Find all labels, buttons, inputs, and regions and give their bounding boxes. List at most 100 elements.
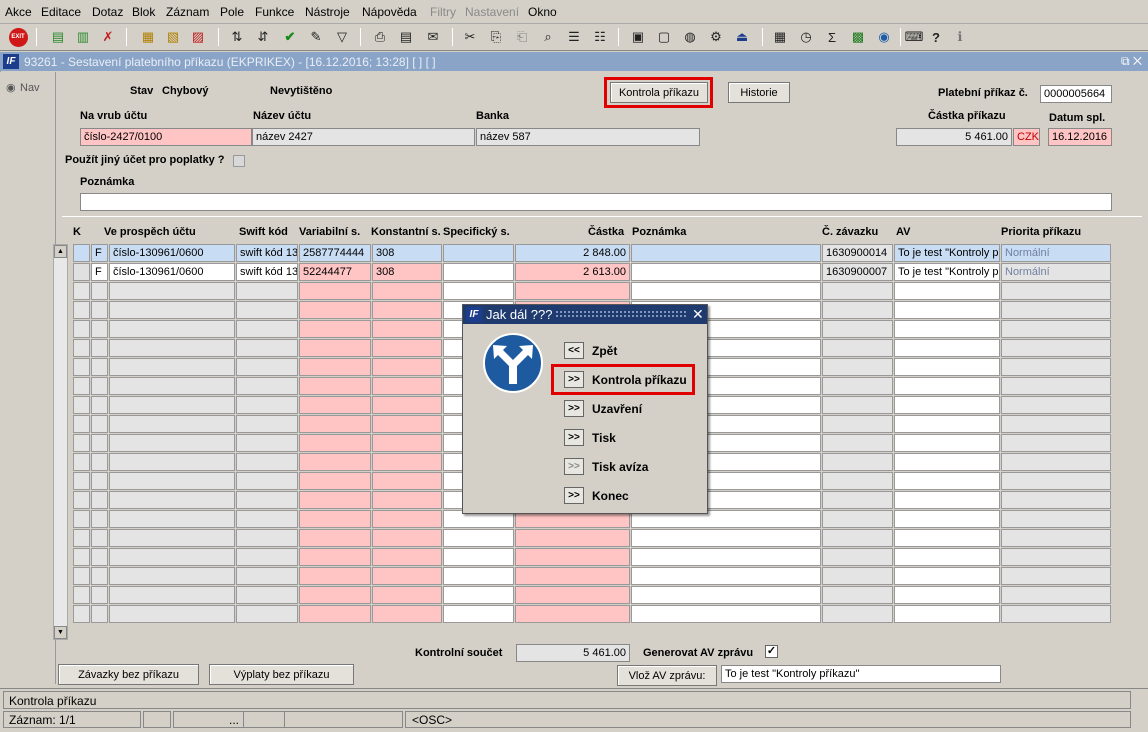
table-cell-priorita[interactable] bbox=[1001, 282, 1111, 300]
table-cell-priorita[interactable] bbox=[1001, 472, 1111, 490]
table-cell-zavazek[interactable]: 1630900007 bbox=[822, 263, 893, 281]
table-cell-ks[interactable] bbox=[372, 339, 442, 357]
query-cancel-icon[interactable]: ▨ bbox=[188, 27, 208, 47]
table-cell-zavazek[interactable] bbox=[822, 567, 893, 585]
table-cell-swift[interactable] bbox=[236, 453, 298, 471]
table-cell-k[interactable] bbox=[73, 510, 90, 528]
table-cell-ucet[interactable] bbox=[109, 396, 235, 414]
table-cell-ss[interactable] bbox=[443, 282, 514, 300]
table-cell-ucet[interactable] bbox=[109, 586, 235, 604]
table-cell-priorita[interactable] bbox=[1001, 586, 1111, 604]
calc-icon[interactable]: ▢ bbox=[654, 27, 674, 47]
table-cell-vs[interactable] bbox=[299, 510, 371, 528]
table-cell-f[interactable]: F bbox=[91, 263, 108, 281]
table-cell-zavazek[interactable] bbox=[822, 510, 893, 528]
mena-field[interactable]: CZK bbox=[1013, 128, 1040, 146]
table-cell-castka[interactable] bbox=[515, 605, 630, 623]
table-cell-vs[interactable] bbox=[299, 301, 371, 319]
gear-icon[interactable]: ⚙ bbox=[706, 27, 726, 47]
print-preview-icon[interactable]: ▤ bbox=[396, 27, 416, 47]
table-cell-pozn[interactable] bbox=[631, 605, 821, 623]
table-cell-pozn[interactable] bbox=[631, 529, 821, 547]
sort-asc-icon[interactable]: ⇅ bbox=[227, 27, 247, 47]
table-cell-priorita[interactable] bbox=[1001, 548, 1111, 566]
table-cell-vs[interactable] bbox=[299, 339, 371, 357]
jiny-ucet-checkbox[interactable] bbox=[233, 155, 245, 167]
historie-button[interactable]: Historie bbox=[728, 82, 790, 103]
table-cell-vs[interactable]: 2587774444 bbox=[299, 244, 371, 262]
table-cell-k[interactable] bbox=[73, 567, 90, 585]
window-controls[interactable]: ⧉ ✕ bbox=[1121, 54, 1142, 69]
table-cell-f[interactable] bbox=[91, 510, 108, 528]
table-cell-priorita[interactable] bbox=[1001, 358, 1111, 376]
table-cell-ucet[interactable] bbox=[109, 605, 235, 623]
table-cell-zavazek[interactable]: 1630900014 bbox=[822, 244, 893, 262]
table-cell-k[interactable] bbox=[73, 434, 90, 452]
table-cell-k[interactable] bbox=[73, 415, 90, 433]
table-cell-k[interactable] bbox=[73, 320, 90, 338]
table-cell-ucet[interactable] bbox=[109, 282, 235, 300]
table-cell-ks[interactable] bbox=[372, 453, 442, 471]
table-cell-priorita[interactable] bbox=[1001, 567, 1111, 585]
table-cell-zavazek[interactable] bbox=[822, 472, 893, 490]
table-cell-f[interactable] bbox=[91, 358, 108, 376]
table-cell-ks[interactable] bbox=[372, 472, 442, 490]
table-cell-swift[interactable] bbox=[236, 548, 298, 566]
dialog-item-4-button[interactable]: >> bbox=[564, 458, 584, 475]
table-cell-f[interactable]: F bbox=[91, 244, 108, 262]
cut-icon[interactable]: ✂ bbox=[460, 27, 480, 47]
table-cell-swift[interactable] bbox=[236, 320, 298, 338]
table-cell-swift[interactable] bbox=[236, 396, 298, 414]
dialog-item-5-label[interactable]: Konec bbox=[592, 489, 629, 503]
table-cell-priorita[interactable]: Normální bbox=[1001, 244, 1111, 262]
clock-icon[interactable]: ◷ bbox=[796, 27, 816, 47]
table-cell-av[interactable] bbox=[894, 510, 1000, 528]
table-cell-ucet[interactable] bbox=[109, 510, 235, 528]
table-cell-ks[interactable] bbox=[372, 529, 442, 547]
table-cell-vs[interactable] bbox=[299, 434, 371, 452]
table-cell-ks[interactable] bbox=[372, 358, 442, 376]
table-cell-f[interactable] bbox=[91, 586, 108, 604]
table-cell-ucet[interactable]: číslo-130961/0600 bbox=[109, 263, 235, 281]
table-cell-ucet[interactable] bbox=[109, 529, 235, 547]
table-cell-swift[interactable] bbox=[236, 510, 298, 528]
table-cell-ucet[interactable] bbox=[109, 301, 235, 319]
table-cell-k[interactable] bbox=[73, 377, 90, 395]
table-cell-f[interactable] bbox=[91, 548, 108, 566]
nav-label[interactable]: Nav bbox=[20, 82, 40, 94]
table-cell-priorita[interactable] bbox=[1001, 339, 1111, 357]
table-cell-ks[interactable] bbox=[372, 510, 442, 528]
table-cell-av[interactable] bbox=[894, 377, 1000, 395]
table-cell-f[interactable] bbox=[91, 282, 108, 300]
table-cell-swift[interactable] bbox=[236, 301, 298, 319]
scroll-down-icon[interactable]: ▼ bbox=[54, 626, 67, 639]
table-cell-k[interactable] bbox=[73, 529, 90, 547]
table-cell-k[interactable] bbox=[73, 339, 90, 357]
table-cell-castka[interactable]: 2 848.00 bbox=[515, 244, 630, 262]
mail-icon[interactable]: ✉ bbox=[423, 27, 443, 47]
table-cell-k[interactable] bbox=[73, 586, 90, 604]
table-cell-vs[interactable] bbox=[299, 320, 371, 338]
table-cell-vs[interactable] bbox=[299, 472, 371, 490]
eject-icon[interactable]: ⏏ bbox=[732, 27, 752, 47]
table-cell-k[interactable] bbox=[73, 491, 90, 509]
table-cell-av[interactable] bbox=[894, 586, 1000, 604]
table-cell-ks[interactable]: 308 bbox=[372, 263, 442, 281]
table-cell-f[interactable] bbox=[91, 320, 108, 338]
table-cell-k[interactable] bbox=[73, 282, 90, 300]
table-cell-av[interactable] bbox=[894, 320, 1000, 338]
table-cell-av[interactable] bbox=[894, 415, 1000, 433]
table-cell-priorita[interactable] bbox=[1001, 434, 1111, 452]
table-cell-ks[interactable] bbox=[372, 415, 442, 433]
table-cell-priorita[interactable] bbox=[1001, 529, 1111, 547]
table-cell-ucet[interactable] bbox=[109, 358, 235, 376]
table-cell-av[interactable] bbox=[894, 339, 1000, 357]
table-cell-priorita[interactable] bbox=[1001, 396, 1111, 414]
table-cell-ss[interactable] bbox=[443, 567, 514, 585]
table-cell-priorita[interactable] bbox=[1001, 605, 1111, 623]
table-cell-swift[interactable] bbox=[236, 358, 298, 376]
table-cell-ks[interactable] bbox=[372, 282, 442, 300]
table-cell-f[interactable] bbox=[91, 453, 108, 471]
generovat-av-checkbox[interactable]: ✓ bbox=[765, 645, 778, 658]
commit-icon[interactable]: ✔ bbox=[280, 27, 300, 47]
